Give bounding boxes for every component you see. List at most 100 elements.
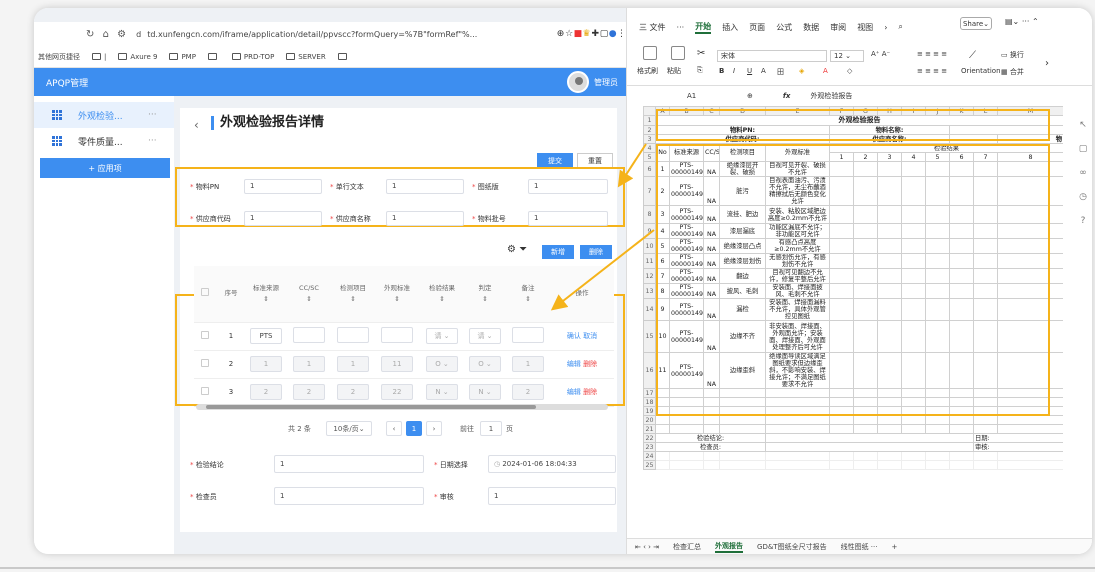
row-header[interactable]: 7: [643, 176, 656, 206]
align-top-icon[interactable]: ≡ ≡ ≡ ≡: [917, 50, 947, 58]
cancel-link[interactable]: 取消: [583, 332, 597, 340]
tab-linear-drawing[interactable]: 线性图纸 ···: [841, 542, 878, 552]
cell[interactable]: [655, 451, 670, 461]
copy-view-icon[interactable]: ▢: [1073, 144, 1092, 154]
cell[interactable]: [669, 415, 704, 425]
fill-color-icon[interactable]: ◈: [799, 67, 804, 75]
cell[interactable]: [877, 424, 902, 434]
cell[interactable]: [901, 460, 926, 470]
tab-check-summary[interactable]: 检查汇总: [673, 542, 701, 552]
layout-icon[interactable]: ▤⌄: [1005, 17, 1019, 26]
edit-link[interactable]: 编辑: [567, 388, 581, 396]
tab-nav-icons[interactable]: ⇤ ‹ › ⇥: [635, 543, 659, 551]
delete-link[interactable]: 删除: [583, 388, 597, 396]
cell[interactable]: [719, 415, 766, 425]
single-text-input[interactable]: 1: [386, 179, 464, 194]
menu-formula[interactable]: 公式: [776, 22, 792, 33]
row-header[interactable]: 24: [643, 451, 656, 461]
row-header[interactable]: 25: [643, 460, 656, 470]
cell[interactable]: [853, 451, 878, 461]
cell[interactable]: [973, 460, 998, 470]
italic-icon[interactable]: I: [733, 67, 735, 75]
item-input[interactable]: [337, 327, 369, 343]
row-header[interactable]: 4: [643, 143, 656, 153]
cell[interactable]: [997, 460, 1063, 470]
page-size-select[interactable]: 10条/页 ⌄: [326, 421, 372, 436]
row-header[interactable]: 12: [643, 268, 656, 284]
extension-badge-icon[interactable]: ■: [574, 29, 583, 39]
bookmark-other[interactable]: 其他网页捷径: [38, 52, 80, 62]
cell[interactable]: [669, 460, 704, 470]
copy-icon[interactable]: ⎘: [697, 66, 703, 75]
help-icon[interactable]: ?: [1073, 216, 1092, 226]
sheet-grid[interactable]: A B C D E F G H I J K L M 1 外观检验报告 2 物料PN: 物料名称: 3 供应商代码: 供应…: [643, 106, 1063, 538]
more-icon[interactable]: ···: [148, 110, 157, 120]
bookmark-server[interactable]: SERVER: [286, 53, 326, 61]
menu-more[interactable]: ···: [677, 23, 685, 32]
row-header[interactable]: 16: [643, 352, 656, 389]
row-header[interactable]: 20: [643, 415, 656, 425]
ribbon-more-icon[interactable]: ›: [1045, 58, 1049, 69]
conclusion-cell[interactable]: 检验结论:: [655, 433, 766, 443]
checkbox[interactable]: [201, 359, 209, 367]
edit-link[interactable]: 编辑: [567, 360, 581, 368]
underline-icon[interactable]: U: [747, 67, 752, 75]
search-icon[interactable]: ⌕: [898, 22, 902, 32]
cell[interactable]: [877, 415, 902, 425]
cell[interactable]: [765, 415, 830, 425]
page-1-button[interactable]: 1: [406, 421, 422, 436]
row-header[interactable]: 8: [643, 205, 656, 224]
standard-input[interactable]: [381, 327, 413, 343]
row-header[interactable]: 22: [643, 433, 656, 443]
cell[interactable]: [703, 424, 720, 434]
profile-icon[interactable]: ●: [608, 29, 617, 39]
cell[interactable]: [949, 460, 974, 470]
cell[interactable]: [703, 460, 720, 470]
font-size-select[interactable]: 12 ⌄: [830, 50, 864, 62]
bookmark-axure[interactable]: Axure 9: [118, 53, 157, 61]
row-header[interactable]: 2: [643, 125, 656, 135]
cell[interactable]: [997, 451, 1063, 461]
col-header-standard[interactable]: 外观标准 ⇕: [374, 266, 420, 323]
cell[interactable]: [655, 415, 670, 425]
cell[interactable]: [719, 460, 766, 470]
supplier-name-input[interactable]: 1: [386, 211, 464, 226]
review-input[interactable]: 1: [488, 487, 616, 505]
cell[interactable]: [901, 451, 926, 461]
next-page-icon[interactable]: ›: [426, 421, 442, 436]
crown-icon[interactable]: ♛: [582, 29, 591, 39]
cell[interactable]: [655, 460, 670, 470]
note-input[interactable]: [512, 327, 544, 343]
supplier-code-input[interactable]: 1: [244, 211, 322, 226]
cell[interactable]: [949, 451, 974, 461]
col-header-ccsc[interactable]: CC/SC ⇕: [286, 266, 332, 323]
bookmark-blank[interactable]: [207, 53, 220, 60]
row-header[interactable]: 6: [643, 161, 656, 177]
more-icon[interactable]: ···: [148, 136, 157, 146]
filter-icon[interactable]: ⏷: [519, 244, 527, 255]
link-icon[interactable]: ∞: [1073, 168, 1092, 178]
source-input[interactable]: PTS: [250, 328, 282, 344]
puzzle-icon[interactable]: ✚: [591, 29, 600, 39]
border-icon[interactable]: 田: [777, 67, 784, 77]
cell[interactable]: [765, 451, 830, 461]
drawing-version-input[interactable]: 1: [528, 179, 608, 194]
bookmark-folder[interactable]: |: [92, 53, 106, 61]
cell[interactable]: [973, 415, 998, 425]
bookmark-blank-2[interactable]: [337, 53, 350, 60]
cell[interactable]: [765, 442, 974, 452]
cell[interactable]: [829, 424, 854, 434]
orientation-label[interactable]: Orientation: [961, 67, 1001, 75]
row-header[interactable]: 23: [643, 442, 656, 452]
bookmark-prd[interactable]: PRD-TOP: [231, 53, 274, 61]
menu-file[interactable]: 三 文件: [639, 22, 666, 33]
sidebar-item-appearance-inspection[interactable]: 外观检验... ···: [34, 102, 174, 128]
conclusion-input[interactable]: 1: [274, 455, 424, 473]
col-header-item[interactable]: 检测项目 ⇕: [332, 266, 374, 323]
date-picker[interactable]: ◷ 2024-01-06 18:04:33: [488, 455, 616, 473]
pointer-icon[interactable]: ↖: [1073, 120, 1092, 130]
inspector-cell[interactable]: 检查员:: [655, 442, 766, 452]
add-app-button[interactable]: + 应用项: [40, 158, 170, 178]
add-row-button[interactable]: 新增: [542, 245, 574, 259]
row-header[interactable]: 3: [643, 134, 656, 144]
